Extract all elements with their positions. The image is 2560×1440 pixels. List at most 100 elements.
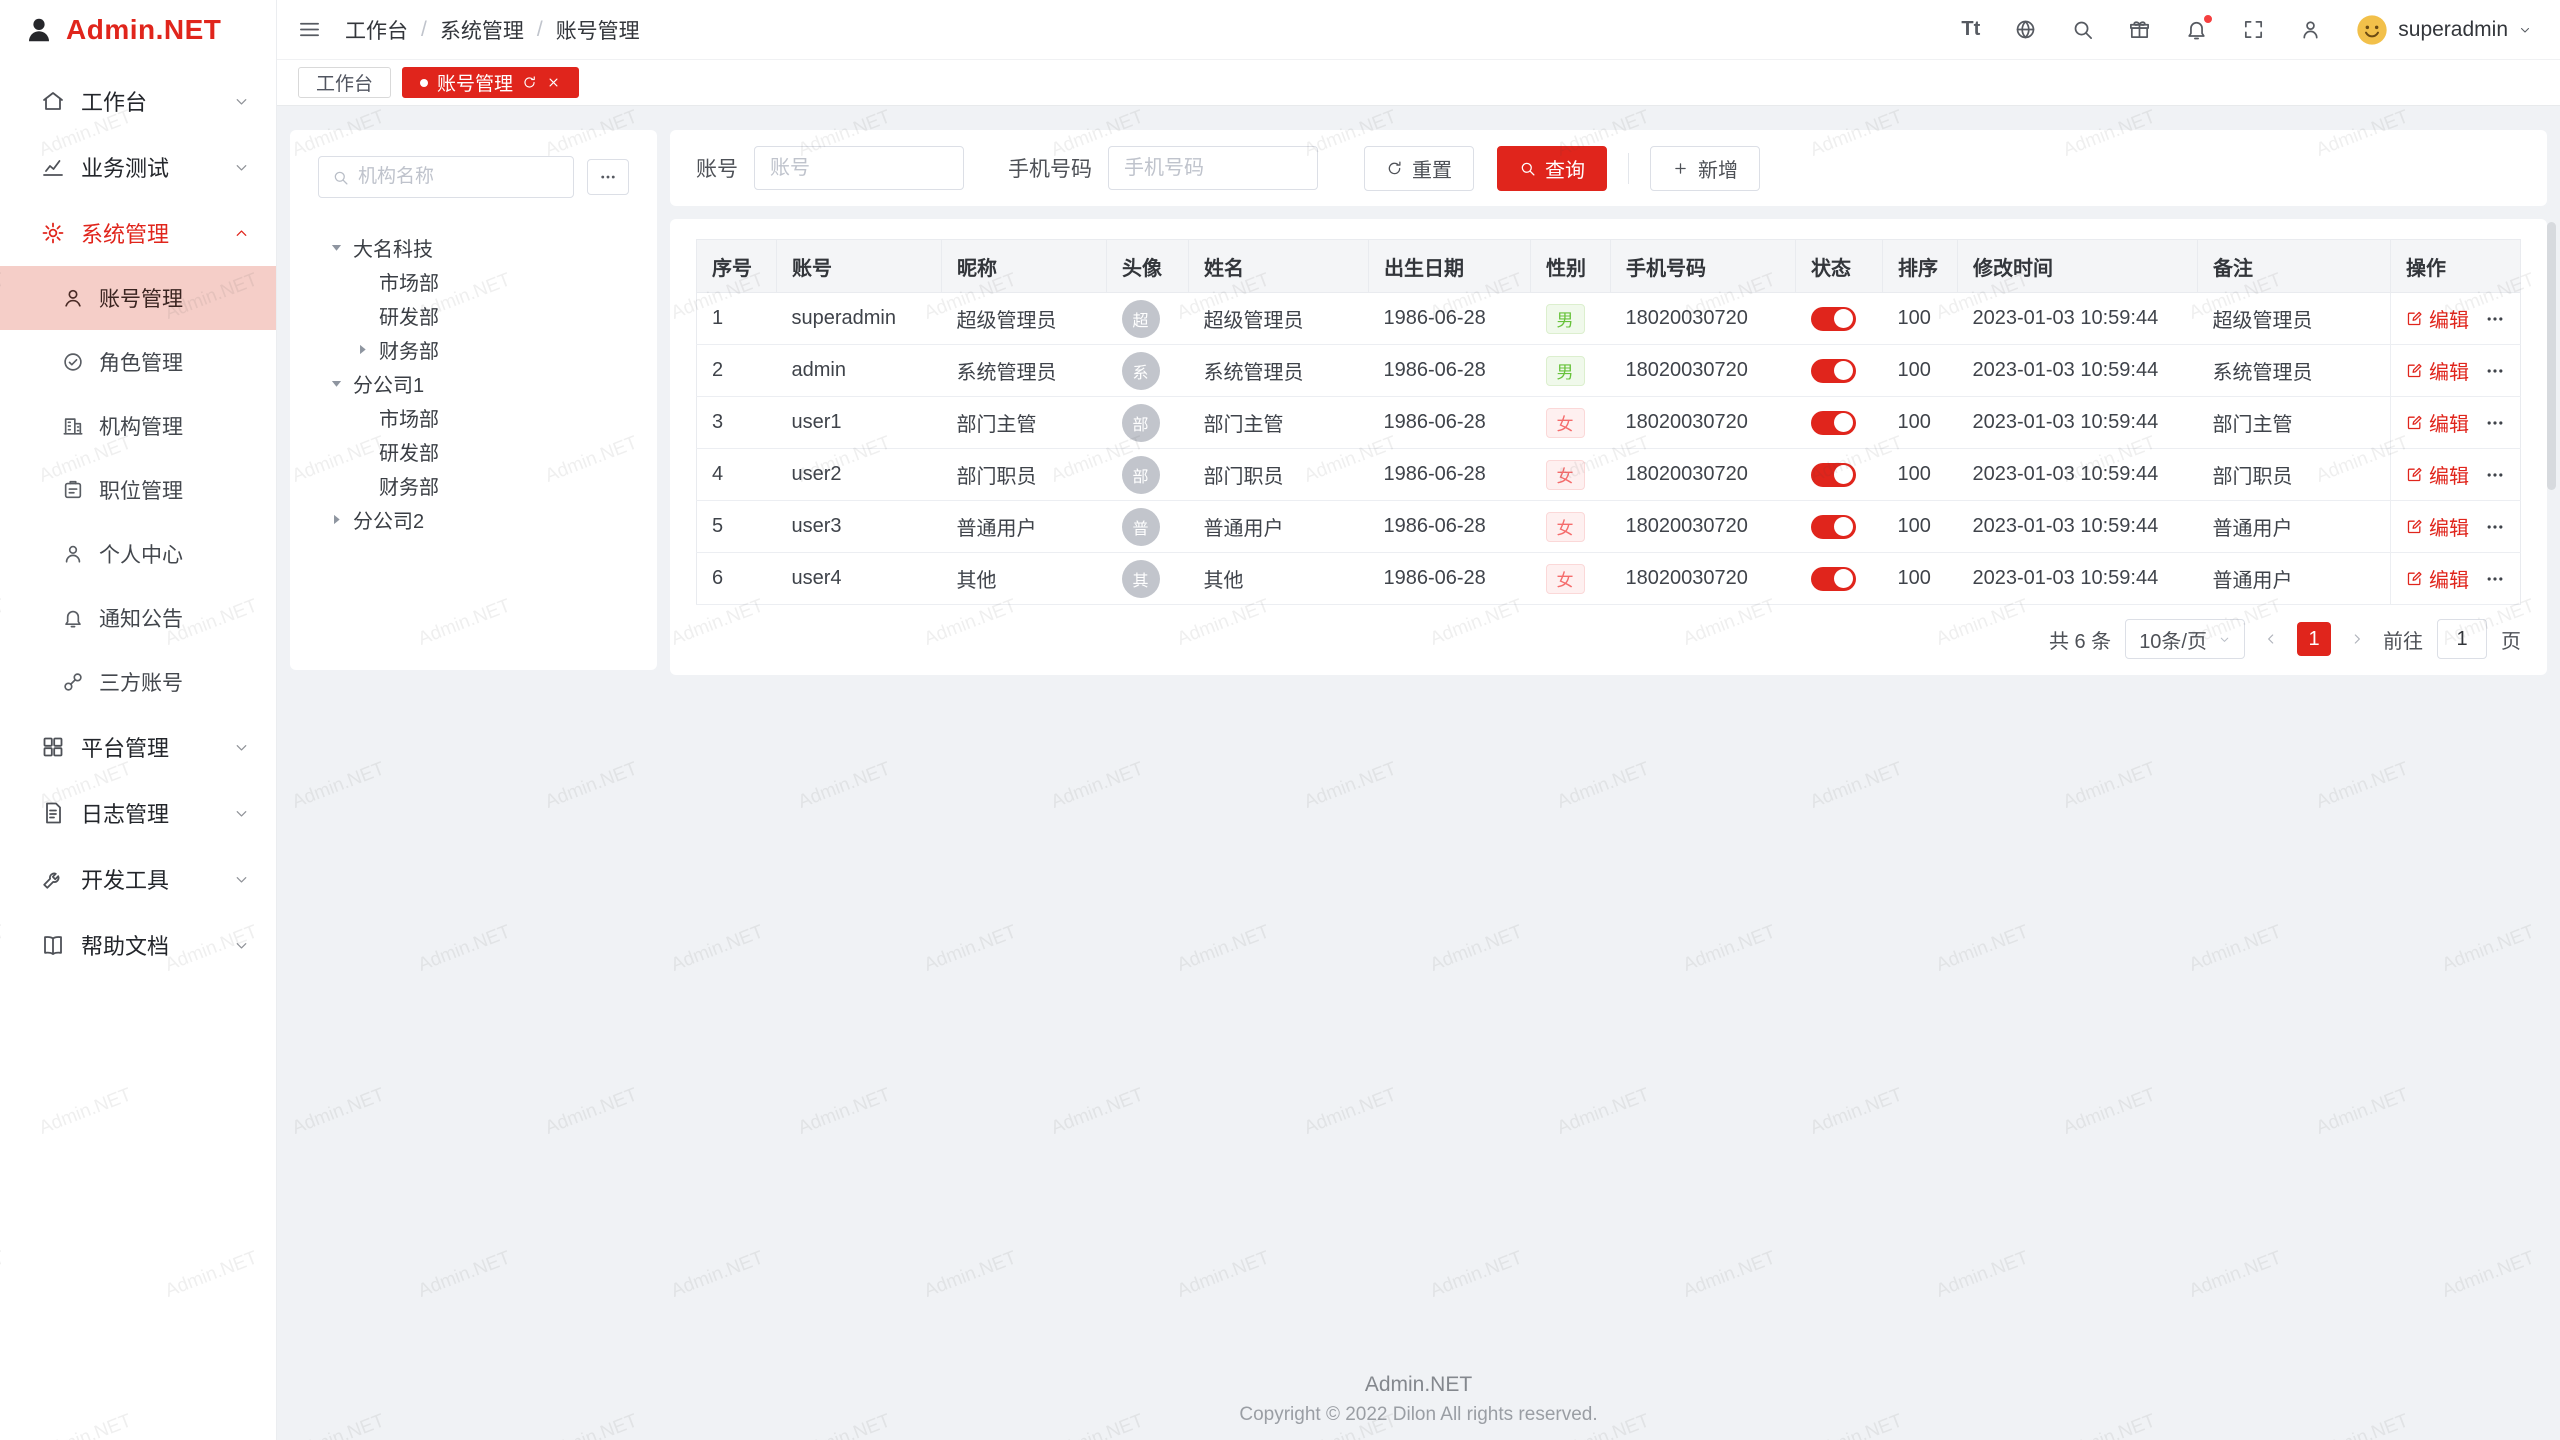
sidebar-subitem-2[interactable]: 角色管理 (0, 330, 276, 394)
tree-node-5[interactable]: 分公司1 (318, 366, 629, 400)
column-header-2: 账号 (777, 240, 942, 293)
edit-button[interactable]: 编辑 (2406, 564, 2469, 593)
sidebar-item-3[interactable]: 系统管理 (0, 200, 276, 266)
add-button[interactable]: 新增 (1650, 146, 1760, 191)
prev-page-button[interactable] (2259, 622, 2283, 656)
cell-nickname: 系统管理员 (942, 345, 1107, 397)
edit-label: 编辑 (2429, 356, 2469, 385)
tree-node-7[interactable]: 研发部 (318, 434, 629, 468)
brand[interactable]: Admin.NET (0, 0, 276, 60)
gender-badge: 女 (1546, 408, 1585, 438)
edit-button[interactable]: 编辑 (2406, 304, 2469, 333)
row-more-button[interactable] (2485, 309, 2505, 329)
search-button[interactable]: 查询 (1497, 146, 1607, 191)
cell-nickname: 部门职员 (942, 449, 1107, 501)
total-count: 共 6 条 (2049, 625, 2111, 654)
page-size-select[interactable]: 10条/页 (2125, 619, 2245, 659)
row-more-button[interactable] (2485, 569, 2505, 589)
cell-birth: 1986-06-28 (1369, 293, 1531, 345)
breadcrumb-item-2[interactable]: 系统管理 (440, 15, 524, 45)
org-more-button[interactable] (587, 159, 629, 195)
sidebar-item-4[interactable]: 平台管理 (0, 714, 276, 780)
tree-node-9[interactable]: 分公司2 (318, 502, 629, 536)
header-actions: Tt superadmin (1961, 14, 2532, 46)
post-icon (62, 479, 84, 501)
tab-refresh-icon[interactable] (522, 75, 537, 90)
sidebar-subitem-4[interactable]: 职位管理 (0, 458, 276, 522)
tree-node-8[interactable]: 财务部 (318, 468, 629, 502)
gift-icon[interactable] (2128, 18, 2151, 41)
status-toggle[interactable] (1811, 567, 1856, 591)
sidebar-item-2[interactable]: 业务测试 (0, 134, 276, 200)
font-size-icon[interactable]: Tt (1961, 18, 1980, 41)
goto-page-input[interactable] (2437, 619, 2487, 659)
sidebar-subitem-3[interactable]: 机构管理 (0, 394, 276, 458)
search-label: 查询 (1545, 154, 1585, 183)
edit-button[interactable]: 编辑 (2406, 356, 2469, 385)
tree-node-2[interactable]: 市场部 (318, 264, 629, 298)
scrollbar[interactable] (2547, 222, 2556, 490)
status-toggle[interactable] (1811, 359, 1856, 383)
sidebar-item-6[interactable]: 开发工具 (0, 846, 276, 912)
row-more-button[interactable] (2485, 517, 2505, 537)
page-number-button[interactable]: 1 (2297, 622, 2331, 656)
tree-node-4[interactable]: 财务部 (318, 332, 629, 366)
tree-node-6[interactable]: 市场部 (318, 400, 629, 434)
cell-gender: 男 (1531, 345, 1611, 397)
cell-avatar: 部 (1107, 397, 1189, 449)
status-toggle[interactable] (1811, 463, 1856, 487)
row-more-button[interactable] (2485, 361, 2505, 381)
org-search-input[interactable] (358, 166, 560, 188)
submenu: 账号管理角色管理机构管理职位管理个人中心通知公告三方账号 (0, 266, 276, 714)
cell-remark: 部门主管 (2198, 397, 2391, 449)
cell-actions: 编辑 (2391, 449, 2521, 501)
fullscreen-icon[interactable] (2242, 18, 2265, 41)
cell-status (1796, 501, 1883, 553)
locale-icon[interactable] (2014, 18, 2037, 41)
tree-node-1[interactable]: 大名科技 (318, 230, 629, 264)
tab-close-icon[interactable] (546, 75, 561, 90)
cell-phone: 18020030720 (1611, 553, 1796, 605)
edit-button[interactable]: 编辑 (2406, 460, 2469, 489)
add-label: 新增 (1698, 154, 1738, 183)
edit-button[interactable]: 编辑 (2406, 512, 2469, 541)
user-menu[interactable]: superadmin (2356, 14, 2532, 46)
tab-2[interactable]: 账号管理 (402, 67, 579, 98)
sidebar-subitem-7[interactable]: 三方账号 (0, 650, 276, 714)
cell-account: user4 (777, 553, 942, 605)
row-more-button[interactable] (2485, 465, 2505, 485)
cell-nickname: 普通用户 (942, 501, 1107, 553)
breadcrumb-item-1[interactable]: 工作台 (345, 15, 408, 45)
edit-button[interactable]: 编辑 (2406, 408, 2469, 437)
tab-1[interactable]: 工作台 (298, 67, 391, 98)
sidebar-item-7[interactable]: 帮助文档 (0, 912, 276, 978)
sidebar-subitem-5[interactable]: 个人中心 (0, 522, 276, 586)
gender-badge: 女 (1546, 460, 1585, 490)
sidebar-subitem-1[interactable]: 账号管理 (0, 266, 276, 330)
reset-button[interactable]: 重置 (1364, 146, 1474, 191)
page-size-value: 10条/页 (2139, 625, 2207, 654)
gender-badge: 男 (1546, 356, 1585, 386)
avatar: 部 (1122, 404, 1160, 442)
account-input[interactable] (754, 146, 964, 190)
breadcrumb-item-3[interactable]: 账号管理 (556, 15, 640, 45)
next-page-button[interactable] (2345, 622, 2369, 656)
phone-input[interactable] (1108, 146, 1318, 190)
menu-toggle-icon[interactable] (298, 18, 321, 41)
sidebar-item-5[interactable]: 日志管理 (0, 780, 276, 846)
sidebar-subitem-6[interactable]: 通知公告 (0, 586, 276, 650)
status-toggle[interactable] (1811, 515, 1856, 539)
notification-icon[interactable] (2185, 18, 2208, 41)
row-more-button[interactable] (2485, 413, 2505, 433)
cell-modified: 2023-01-03 10:59:44 (1958, 449, 2198, 501)
tree-node-3[interactable]: 研发部 (318, 298, 629, 332)
status-toggle[interactable] (1811, 411, 1856, 435)
user-icon[interactable] (2299, 18, 2322, 41)
cell-gender: 女 (1531, 501, 1611, 553)
status-toggle[interactable] (1811, 307, 1856, 331)
gear-icon (41, 221, 65, 245)
tree-node-label: 分公司1 (353, 369, 424, 398)
search-icon[interactable] (2071, 18, 2094, 41)
cell-status (1796, 449, 1883, 501)
sidebar-item-1[interactable]: 工作台 (0, 68, 276, 134)
